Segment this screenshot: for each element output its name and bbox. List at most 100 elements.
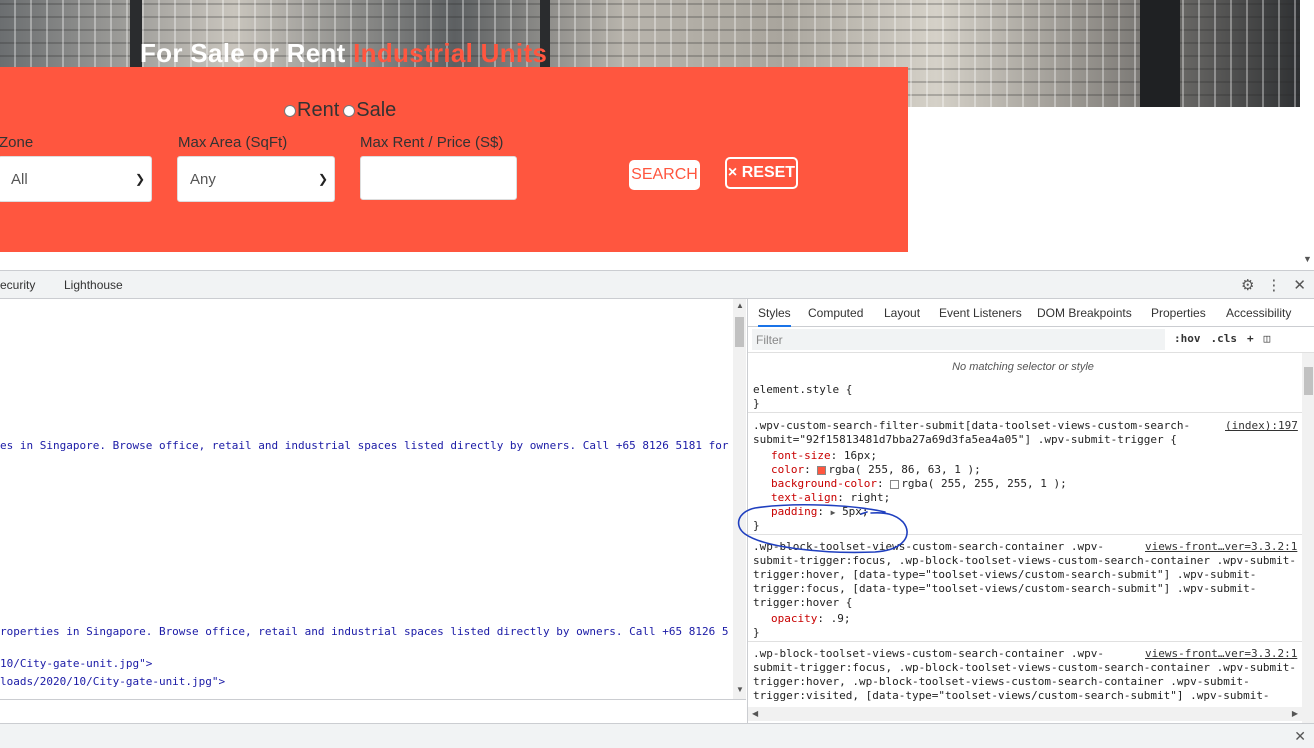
prop-name: font-size bbox=[771, 449, 831, 462]
close-brace: } bbox=[753, 519, 760, 532]
elements-tree: es in Singapore. Browse office, retail a… bbox=[0, 299, 733, 699]
hov-toggle[interactable]: :hov bbox=[1174, 332, 1201, 345]
prop-value: right; bbox=[850, 491, 891, 504]
rule3-selector[interactable]: submit-trigger:focus, .wp-block-toolset-… bbox=[753, 661, 1296, 674]
tab-computed[interactable]: Computed bbox=[808, 306, 863, 320]
decl-color[interactable]: color: rgba( 255, 86, 63, 1 ); bbox=[771, 463, 981, 476]
breadcrumb bbox=[0, 699, 746, 723]
rule2-selector[interactable]: .wp-block-toolset-views-custom-search-co… bbox=[753, 540, 1104, 553]
decl-text-align[interactable]: text-align: right; bbox=[771, 491, 890, 504]
gear-icon[interactable]: ⚙ bbox=[1241, 276, 1254, 294]
close-icon[interactable]: ✕ bbox=[1294, 728, 1306, 745]
close-brace: } bbox=[753, 397, 760, 410]
max-price-input[interactable] bbox=[360, 156, 517, 200]
max-area-select-value: Any bbox=[190, 170, 216, 188]
search-button[interactable]: SEARCH bbox=[629, 160, 700, 190]
radio-sale-option[interactable]: Sale bbox=[343, 99, 396, 122]
screen: For Sale or Rent Industrial Units Rent S… bbox=[0, 0, 1314, 748]
listing-type-radios: Rent Sale bbox=[284, 99, 400, 122]
tab-security[interactable]: ecurity bbox=[0, 278, 35, 292]
rule3-selector[interactable]: .wp-block-toolset-views-custom-search-co… bbox=[753, 647, 1104, 660]
elements-code-line[interactable]: roperties in Singapore. Browse office, r… bbox=[0, 625, 730, 638]
toggle-sidebar-icon[interactable]: ◫ bbox=[1264, 332, 1271, 345]
tab-styles[interactable]: Styles bbox=[758, 306, 791, 327]
search-panel: Rent Sale Zone All ❯ Max Area (SqFt) Any… bbox=[0, 67, 908, 252]
expand-triangle-icon[interactable]: ▶ bbox=[831, 508, 836, 517]
scroll-down-arrow-icon[interactable]: ▼ bbox=[1303, 254, 1312, 264]
tab-layout[interactable]: Layout bbox=[884, 306, 920, 320]
max-area-select[interactable]: Any ❯ bbox=[177, 156, 335, 202]
styles-filter-input[interactable]: Filter bbox=[752, 329, 1165, 350]
color-swatch[interactable] bbox=[817, 465, 827, 475]
console-drawer-bar: ✕ bbox=[0, 723, 1314, 748]
rule3-source-link[interactable]: views-front…ver=3.3.2:1 bbox=[1145, 647, 1297, 660]
decl-opacity[interactable]: opacity: .9; bbox=[771, 612, 850, 625]
prop-name: text-align bbox=[771, 491, 838, 504]
scroll-up-arrow-icon[interactable]: ▲ bbox=[736, 301, 744, 310]
rule3-selector[interactable]: trigger:visited, [data-type="toolset-vie… bbox=[753, 689, 1270, 702]
rule1-source-link[interactable]: (index):197 bbox=[1225, 419, 1298, 432]
rule2-selector[interactable]: submit-trigger:focus, .wp-block-toolset-… bbox=[753, 554, 1296, 567]
no-matching-message: No matching selector or style bbox=[952, 361, 1094, 373]
window-frame bbox=[1140, 0, 1180, 107]
decl-background-color[interactable]: background-color: rgba( 255, 255, 255, 1… bbox=[771, 477, 1067, 490]
new-rule-plus-icon[interactable]: + bbox=[1247, 332, 1254, 345]
prop-value: rgba( 255, 86, 63, 1 ); bbox=[828, 463, 981, 476]
rule-divider bbox=[748, 534, 1303, 535]
chevron-down-icon: ❯ bbox=[317, 172, 328, 186]
prop-value: .9; bbox=[830, 612, 851, 625]
styles-pane: Styles Computed Layout Event Listeners D… bbox=[747, 299, 1314, 723]
devtools-panel: ecurity Lighthouse ⚙ ⋮ ✕ es in Singapore… bbox=[0, 270, 1314, 748]
elements-code-line[interactable]: loads/2020/10/City-gate-unit.jpg"> bbox=[0, 675, 730, 688]
hero-title: For Sale or Rent Industrial Units bbox=[140, 38, 547, 69]
scroll-down-arrow-icon[interactable]: ▼ bbox=[736, 685, 744, 694]
max-area-label: Max Area (SqFt) bbox=[178, 134, 288, 151]
tab-dom-breakpoints[interactable]: DOM Breakpoints bbox=[1037, 306, 1132, 320]
radio-rent-option[interactable]: Rent bbox=[284, 99, 339, 122]
styles-horizontal-scrollbar[interactable]: ◀ ▶ bbox=[748, 707, 1302, 721]
radio-sale-label: Sale bbox=[356, 99, 397, 121]
rule1-selector[interactable]: .wpv-custom-search-filter-submit[data-to… bbox=[753, 419, 1190, 432]
tab-lighthouse[interactable]: Lighthouse bbox=[64, 278, 123, 292]
styles-scrollbar[interactable] bbox=[1302, 353, 1314, 723]
element-style-selector[interactable]: element.style { bbox=[753, 383, 852, 396]
zone-select[interactable]: All ❯ bbox=[0, 156, 152, 202]
prop-value: 16px; bbox=[843, 449, 877, 462]
scroll-left-arrow-icon[interactable]: ◀ bbox=[752, 709, 758, 718]
close-icon[interactable]: ✕ bbox=[1293, 276, 1306, 294]
tab-properties[interactable]: Properties bbox=[1151, 306, 1206, 320]
scroll-right-arrow-icon[interactable]: ▶ bbox=[1292, 709, 1298, 718]
rule2-selector[interactable]: trigger:hover { bbox=[753, 596, 852, 609]
page-scrollbar[interactable]: ▼ bbox=[1300, 0, 1314, 270]
scrollbar-thumb[interactable] bbox=[1304, 367, 1313, 395]
more-options-icon[interactable]: ⋮ bbox=[1266, 276, 1281, 294]
tab-accessibility[interactable]: Accessibility bbox=[1226, 306, 1291, 320]
decl-font-size[interactable]: font-size: 16px; bbox=[771, 449, 877, 462]
rule3-selector[interactable]: trigger:hover, .wp-block-toolset-views-c… bbox=[753, 675, 1250, 688]
radio-sale[interactable] bbox=[343, 104, 356, 117]
reset-button[interactable]: × RESET bbox=[725, 157, 798, 189]
elements-code-line[interactable]: es in Singapore. Browse office, retail a… bbox=[0, 439, 730, 452]
close-brace: } bbox=[753, 626, 760, 639]
cls-toggle[interactable]: .cls bbox=[1211, 332, 1238, 345]
rule2-selector[interactable]: trigger:hover, [data-type="toolset-views… bbox=[753, 568, 1256, 581]
radio-rent[interactable] bbox=[284, 104, 296, 117]
devtools-toolbar-icons: ⚙ ⋮ ✕ bbox=[1241, 276, 1306, 294]
zone-select-value: All bbox=[11, 170, 28, 188]
tab-event-listeners[interactable]: Event Listeners bbox=[939, 306, 1022, 320]
rule1-selector[interactable]: submit="92f15813481d7bba27a69d3fa5ea4a05… bbox=[753, 433, 1177, 446]
rule-divider bbox=[748, 412, 1303, 413]
decl-padding[interactable]: padding: ▶ 5px; bbox=[771, 505, 869, 518]
hero-title-main: For Sale or Rent bbox=[140, 38, 354, 68]
styles-tab-bar: Styles Computed Layout Event Listeners D… bbox=[748, 299, 1314, 327]
elements-scrollbar[interactable]: ▲ ▼ bbox=[733, 299, 746, 699]
rule2-source-link[interactable]: views-front…ver=3.3.2:1 bbox=[1145, 540, 1297, 553]
filter-tools: :hov .cls + ◫ bbox=[1174, 332, 1270, 345]
max-price-label: Max Rent / Price (S$) bbox=[360, 134, 504, 151]
prop-name: opacity bbox=[771, 612, 818, 625]
scrollbar-thumb[interactable] bbox=[735, 317, 744, 347]
prop-value: rgba( 255, 255, 255, 1 ); bbox=[901, 477, 1067, 490]
color-swatch[interactable] bbox=[890, 479, 900, 489]
rule2-selector[interactable]: trigger:focus, [data-type="toolset-views… bbox=[753, 582, 1256, 595]
elements-code-line[interactable]: 10/City-gate-unit.jpg"> bbox=[0, 657, 730, 670]
